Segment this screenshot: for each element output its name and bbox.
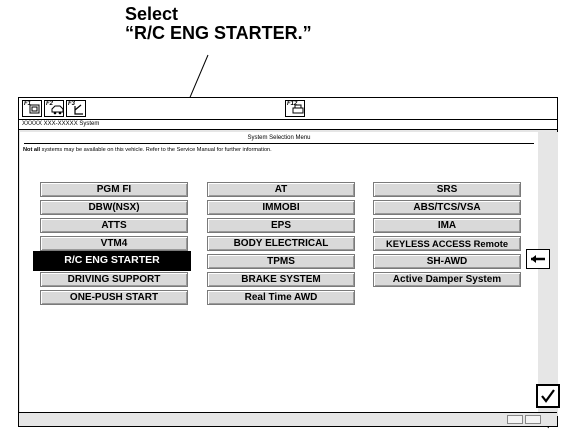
toolbar: F1 F2 F3 F12 [19, 98, 557, 120]
system-button-tpms[interactable]: TPMS [207, 254, 355, 269]
back-arrow-button[interactable] [526, 249, 550, 269]
notice-bold: Not all [23, 147, 41, 153]
callout-instruction: Select “R/C ENG STARTER.” [125, 5, 425, 43]
system-button-real-time-awd[interactable]: Real Time AWD [207, 290, 355, 305]
f12-button[interactable]: F12 [285, 100, 305, 117]
f1-button[interactable]: F1 [22, 100, 42, 117]
system-button-one-push-start[interactable]: ONE-PUSH START [40, 290, 188, 305]
system-button-keyless-access-remote[interactable]: KEYLESS ACCESS Remote [373, 236, 521, 251]
confirm-check-button[interactable] [536, 384, 560, 408]
callout-line-2: “R/C ENG STARTER.” [125, 23, 312, 43]
system-button-abs-tcs-vsa[interactable]: ABS/TCS/VSA [373, 200, 521, 215]
system-button-sh-awd[interactable]: SH-AWD [373, 254, 521, 269]
availability-notice: Not all systems may be available on this… [23, 147, 272, 153]
checkmark-icon [541, 389, 555, 403]
system-label: XXXXX XXX-XXXXX System [19, 120, 557, 130]
system-button-dbw-nsx[interactable]: DBW(NSX) [40, 200, 188, 215]
status-box-1 [507, 415, 523, 424]
system-button-brake-system[interactable]: BRAKE SYSTEM [207, 272, 355, 287]
printer-icon [292, 104, 304, 114]
menu-title: System Selection Menu [247, 135, 311, 141]
callout-line-1: Select [125, 4, 179, 24]
system-button-eps[interactable]: EPS [207, 218, 355, 233]
system-button-atts[interactable]: ATTS [40, 218, 188, 233]
status-box-2 [525, 415, 541, 424]
system-button-vtm4[interactable]: VTM4 [40, 236, 188, 251]
system-selection-panel: System Selection Menu Not all systems ma… [20, 132, 538, 412]
system-button-driving-support[interactable]: DRIVING SUPPORT [40, 272, 188, 287]
vehicle-icon [51, 105, 64, 115]
menu-divider [24, 143, 534, 144]
notice-text: systems may be available on this vehicle… [40, 147, 272, 153]
status-bar [19, 412, 557, 426]
app-window: F1 F2 F3 F12 XXXXX XXX-XXXXX System Syst… [18, 97, 558, 427]
right-side-bar [538, 132, 558, 416]
system-button-pgm-fi[interactable]: PGM FI [40, 182, 188, 197]
system-button-srs[interactable]: SRS [373, 182, 521, 197]
system-button-immobi[interactable]: IMMOBI [207, 200, 355, 215]
system-button-body-electrical[interactable]: BODY ELECTRICAL [207, 236, 355, 251]
left-arrow-icon [531, 255, 545, 263]
system-button-active-damper-system[interactable]: Active Damper System [373, 272, 521, 287]
system-button-at[interactable]: AT [207, 182, 355, 197]
system-button-rc-eng-starter[interactable]: R/C ENG STARTER [34, 252, 190, 270]
return-icon [74, 104, 83, 115]
f3-button[interactable]: F3 [66, 100, 86, 117]
print-screen-icon [29, 104, 40, 114]
system-button-ima[interactable]: IMA [373, 218, 521, 233]
f2-button[interactable]: F2 [44, 100, 64, 117]
